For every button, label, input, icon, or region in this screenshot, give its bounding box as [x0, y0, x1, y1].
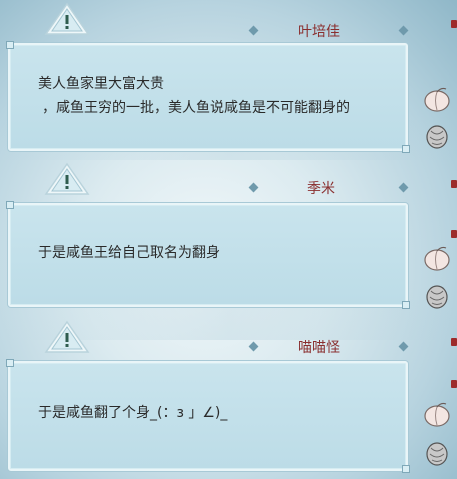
exclamation-triangle-icon — [44, 320, 90, 353]
diamond-dot-icon — [248, 341, 259, 352]
alert-icon-tab[interactable] — [44, 320, 90, 354]
message-line: 于是咸鱼王给自己取名为翻身 — [38, 245, 220, 261]
peach-icon[interactable] — [423, 401, 451, 427]
diamond-dot-icon — [248, 182, 259, 193]
message-line: 美人鱼家里大富大贵 — [38, 76, 164, 92]
red-mark — [451, 20, 457, 28]
sender-name: 喵喵怪 — [298, 340, 340, 356]
exclamation-triangle-icon — [44, 162, 90, 195]
red-mark — [451, 230, 457, 238]
mango-icon[interactable] — [423, 283, 451, 309]
message-bubble[interactable]: 美人鱼家里大富大贵 ，咸鱼王穷的一批，美人鱼说咸鱼是不可能翻身的 — [6, 41, 410, 153]
red-mark — [451, 338, 457, 346]
diamond-dot-icon — [398, 25, 409, 36]
sender-row: 喵喵怪 — [248, 337, 410, 357]
red-mark — [451, 180, 457, 188]
message-line: ，咸鱼王穷的一批，美人鱼说咸鱼是不可能翻身的 — [42, 100, 350, 116]
peach-icon[interactable] — [423, 86, 451, 112]
mango-icon[interactable] — [423, 440, 451, 466]
alert-icon-tab[interactable] — [44, 162, 90, 196]
diamond-dot-icon — [398, 182, 409, 193]
side-decoration-column — [421, 0, 457, 479]
red-mark — [451, 380, 457, 388]
diamond-dot-icon — [248, 25, 259, 36]
exclamation-triangle-icon — [44, 2, 90, 35]
sender-row: 季米 — [248, 178, 410, 198]
message-line: 于是咸鱼翻了个身_(：з 」∠)_ — [38, 405, 228, 421]
sender-name: 季米 — [307, 181, 335, 197]
alert-icon-tab[interactable] — [44, 2, 90, 36]
diamond-dot-icon — [398, 341, 409, 352]
peach-icon[interactable] — [423, 245, 451, 271]
message-bubble[interactable]: 于是咸鱼翻了个身_(：з 」∠)_ — [6, 359, 410, 473]
mango-icon[interactable] — [423, 123, 451, 149]
sender-name: 叶培佳 — [298, 24, 340, 40]
message-bubble[interactable]: 于是咸鱼王给自己取名为翻身 — [6, 201, 410, 309]
sender-row: 叶培佳 — [248, 21, 410, 41]
